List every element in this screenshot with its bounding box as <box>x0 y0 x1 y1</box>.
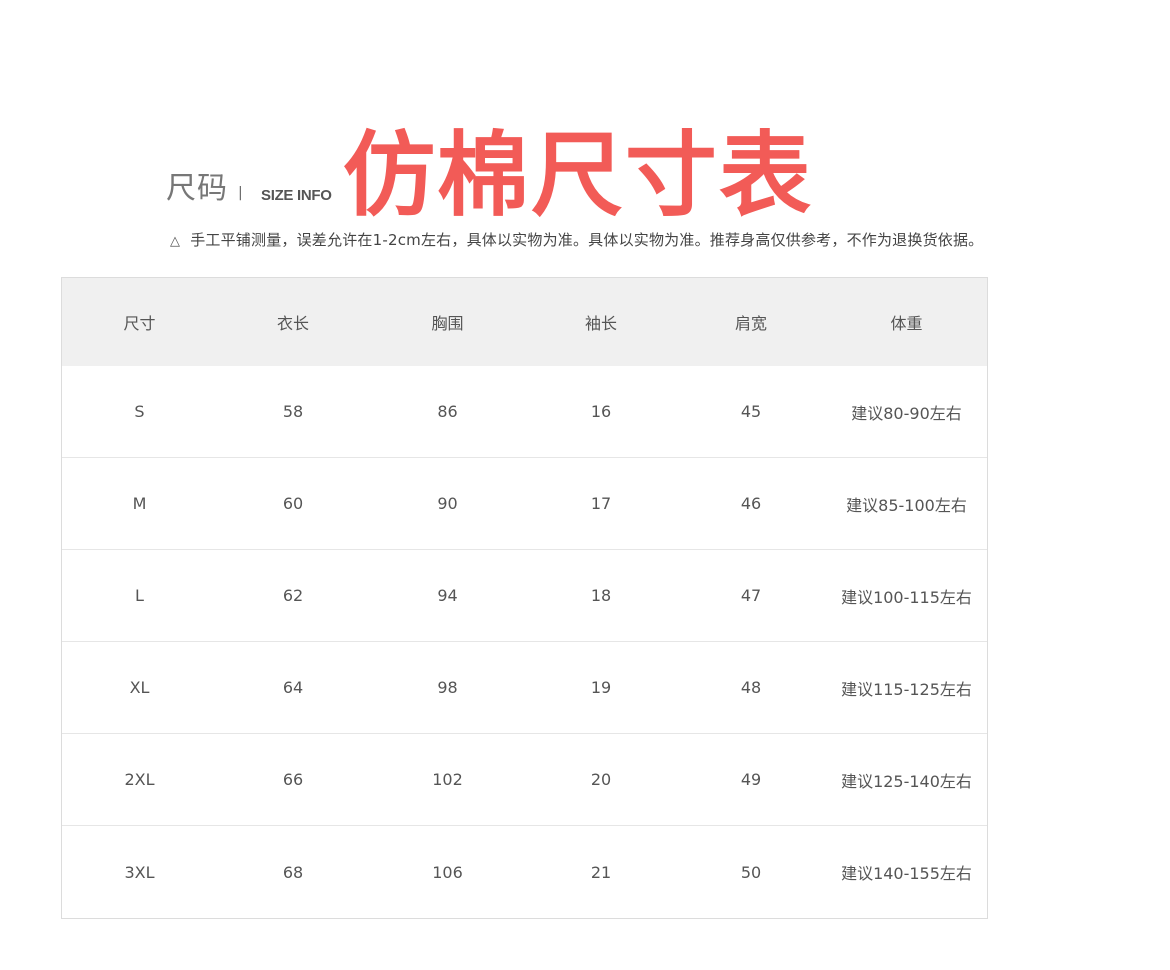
cell-shoulder: 50 <box>740 862 762 882</box>
size-chart-title: 仿棉尺寸表 <box>343 122 814 229</box>
cell-chest: 90 <box>437 494 458 513</box>
table-row: 2XL 66 102 20 49 建议125-140左右 <box>62 734 987 826</box>
size-title-cn: 尺码 <box>166 171 228 206</box>
header-sleeve: 袖长 <box>584 314 617 333</box>
cell-chest: 102 <box>432 770 463 789</box>
cell-weight: 建议85-100左右 <box>846 495 967 515</box>
cell-shoulder: 47 <box>740 586 762 605</box>
measurement-note: △ 手工平铺测量，误差允许在1-2cm左右，具体以实物为准。具体以实物为准。推荐身… <box>170 231 984 249</box>
cell-chest: 98 <box>437 678 458 697</box>
cell-weight: 建议100-115左右 <box>841 587 972 607</box>
cell-sleeve: 19 <box>590 678 612 697</box>
cell-size: M <box>132 494 147 513</box>
cell-size: 3XL <box>124 862 155 882</box>
cell-shoulder: 48 <box>740 678 762 697</box>
cell-length: 64 <box>282 678 304 697</box>
cell-size: XL <box>129 678 150 697</box>
header-length: 衣长 <box>276 314 309 333</box>
cell-chest: 94 <box>437 586 458 605</box>
cell-size: S <box>134 402 145 421</box>
cell-sleeve: 21 <box>590 862 612 882</box>
cell-sleeve: 20 <box>590 770 612 789</box>
cell-length: 68 <box>282 862 304 882</box>
measurement-note-text: 手工平铺测量，误差允许在1-2cm左右，具体以实物为准。具体以实物为准。推荐身高… <box>190 231 984 249</box>
cell-shoulder: 46 <box>740 494 762 513</box>
header-shoulder: 肩宽 <box>734 314 767 333</box>
cell-length: 58 <box>282 402 304 421</box>
table-row: L 62 94 18 47 建议100-115左右 <box>62 550 987 642</box>
cell-shoulder: 49 <box>740 770 762 789</box>
size-table: 尺寸 衣长 胸围 袖长 肩宽 体重 S 58 86 16 45 建议80-90左… <box>61 277 988 919</box>
header-chest: 胸围 <box>431 314 464 333</box>
cell-sleeve: 17 <box>590 494 612 513</box>
title-separator: | <box>238 185 243 201</box>
cell-weight: 建议115-125左右 <box>841 679 972 699</box>
header-weight: 体重 <box>890 314 923 333</box>
table-header-row: 尺寸 衣长 胸围 袖长 肩宽 体重 <box>62 278 987 366</box>
header-size: 尺寸 <box>123 314 156 333</box>
table-row: 3XL 68 106 21 50 建议140-155左右 <box>62 826 987 918</box>
cell-shoulder: 45 <box>740 402 762 421</box>
table-row: M 60 90 17 46 建议85-100左右 <box>62 458 987 550</box>
cell-weight: 建议80-90左右 <box>851 403 962 423</box>
cell-size: 2XL <box>124 770 155 789</box>
cell-length: 66 <box>282 770 304 789</box>
cell-sleeve: 16 <box>590 402 612 421</box>
cell-chest: 86 <box>437 402 458 421</box>
cell-length: 60 <box>282 494 304 513</box>
cell-length: 62 <box>282 586 304 605</box>
cell-chest: 106 <box>432 862 463 882</box>
size-title-en: SIZE INFO <box>261 187 332 204</box>
cell-weight: 建议125-140左右 <box>841 771 972 791</box>
triangle-warning-icon: △ <box>170 234 181 249</box>
table-row: XL 64 98 19 48 建议115-125左右 <box>62 642 987 734</box>
table-row: S 58 86 16 45 建议80-90左右 <box>62 366 987 458</box>
cell-sleeve: 18 <box>590 586 612 605</box>
cell-weight: 建议140-155左右 <box>841 864 972 883</box>
cell-size: L <box>135 586 144 605</box>
